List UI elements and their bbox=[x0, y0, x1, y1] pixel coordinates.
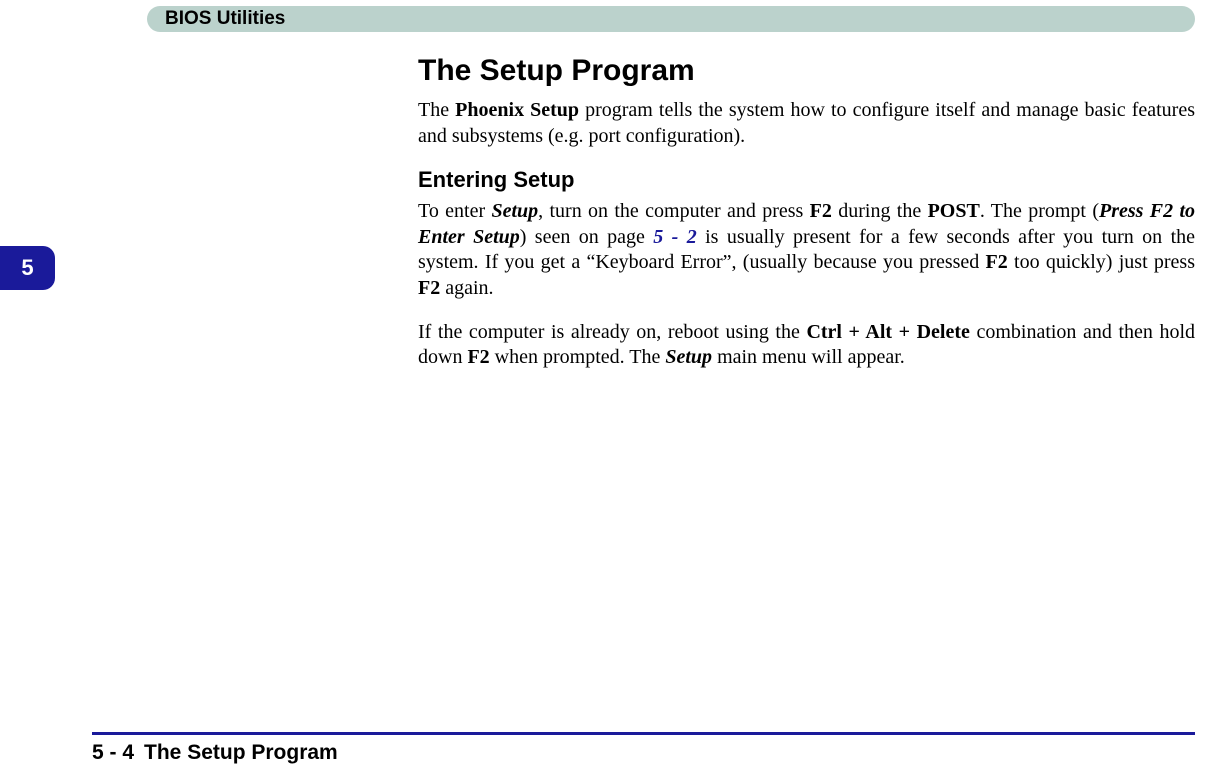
header-bar: BIOS Utilities bbox=[147, 6, 1195, 32]
chapter-tab: 5 bbox=[0, 246, 55, 290]
key-f2: F2 bbox=[986, 251, 1008, 273]
text: main menu will appear. bbox=[712, 346, 905, 368]
footer-divider bbox=[92, 732, 1195, 735]
text: ) seen on page bbox=[520, 226, 654, 248]
text: when prompted. The bbox=[490, 346, 666, 368]
setup-term: Setup bbox=[491, 200, 538, 222]
setup-term: Setup bbox=[665, 346, 712, 368]
header-title: BIOS Utilities bbox=[165, 8, 285, 30]
key-f2: F2 bbox=[810, 200, 832, 222]
program-name: Phoenix Setup bbox=[455, 99, 579, 121]
text: If the computer is already on, reboot us… bbox=[418, 321, 806, 343]
key-f2: F2 bbox=[467, 346, 489, 368]
text: during the bbox=[832, 200, 928, 222]
footer-page-number: 5 - 4 bbox=[92, 741, 134, 765]
paragraph-enter-setup: To enter Setup, turn on the computer and… bbox=[418, 199, 1195, 301]
text: too quickly) just press bbox=[1008, 251, 1195, 273]
footer: 5 - 4 The Setup Program bbox=[92, 741, 338, 765]
text: . The prompt ( bbox=[980, 200, 1099, 222]
page-reference[interactable]: 5 - 2 bbox=[653, 226, 696, 248]
text: again. bbox=[440, 277, 493, 299]
text: To enter bbox=[418, 200, 491, 222]
paragraph-reboot: If the computer is already on, reboot us… bbox=[418, 320, 1195, 371]
subheading: Entering Setup bbox=[418, 167, 1195, 193]
content-area: The Setup Program The Phoenix Setup prog… bbox=[418, 54, 1195, 389]
key-f2: F2 bbox=[418, 277, 440, 299]
key-combo: Ctrl + Alt + Delete bbox=[806, 321, 969, 343]
footer-title: The Setup Program bbox=[144, 741, 338, 765]
post-term: POST bbox=[928, 200, 980, 222]
page-title: The Setup Program bbox=[418, 54, 1195, 88]
paragraph-intro: The Phoenix Setup program tells the syst… bbox=[418, 98, 1195, 149]
chapter-number: 5 bbox=[21, 255, 33, 281]
text: , turn on the computer and press bbox=[538, 200, 810, 222]
text: The bbox=[418, 99, 455, 121]
